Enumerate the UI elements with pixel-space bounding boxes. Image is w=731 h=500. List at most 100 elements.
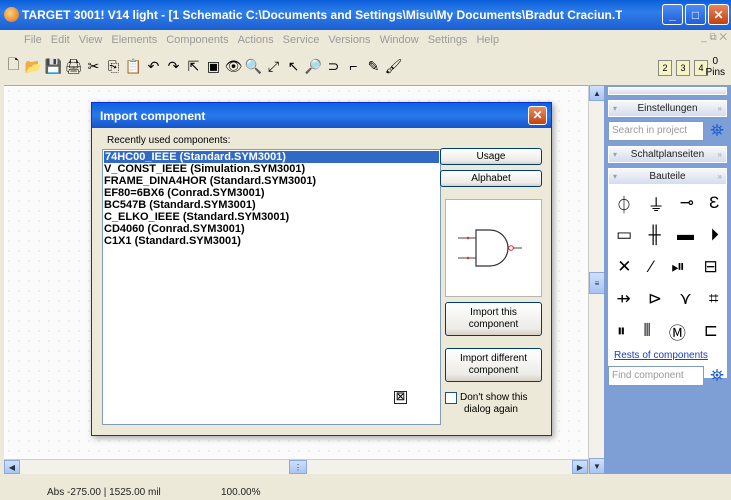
component-symbol-icon[interactable]: Ⓜ bbox=[669, 319, 686, 344]
component-symbol-icon[interactable]: ⊸ bbox=[680, 193, 694, 213]
wire-icon[interactable]: ⊃ bbox=[324, 55, 343, 77]
search-project-input[interactable]: Search in project bbox=[608, 121, 704, 141]
scroll-up-button[interactable]: ▲ bbox=[589, 85, 605, 101]
component-symbol-icon[interactable]: Ɛ bbox=[709, 193, 719, 213]
binoculars-icon[interactable]: ⛯ bbox=[707, 121, 727, 141]
component-symbol-icon[interactable]: ⊟ bbox=[703, 257, 717, 277]
part-icon[interactable]: ▣ bbox=[204, 55, 223, 77]
scroll-left-button[interactable]: ◀ bbox=[4, 460, 20, 474]
vertical-scroll-thumb[interactable]: ≡ bbox=[589, 272, 605, 294]
open-icon[interactable]: 📂 bbox=[24, 55, 43, 77]
eye-icon[interactable]: 👁 bbox=[224, 55, 243, 77]
recent-components-list[interactable]: 74HC00_IEEE (Standard.SYM3001) V_CONST_IE… bbox=[102, 149, 441, 425]
import-different-component-button[interactable]: Import different component bbox=[445, 348, 542, 382]
import-different-line1: Import different bbox=[459, 353, 528, 364]
window-title: TARGET 3001! V14 light - [1 Schematic C:… bbox=[22, 8, 622, 22]
page-button-3[interactable]: 3 bbox=[676, 60, 690, 76]
paste-icon[interactable]: 📋 bbox=[124, 55, 143, 77]
menu-elements[interactable]: Elements bbox=[111, 34, 157, 46]
delete-entry-icon[interactable]: ☒ bbox=[394, 391, 407, 404]
component-symbol-icon[interactable]: ⦀ bbox=[643, 321, 650, 341]
list-item[interactable]: CD4060 (Conrad.SYM3001) bbox=[103, 223, 440, 235]
component-symbol-icon[interactable]: ▬ bbox=[677, 225, 694, 245]
menu-help[interactable]: Help bbox=[476, 34, 499, 46]
collapse-icon: ▾ bbox=[613, 172, 618, 181]
component-symbol-icon[interactable]: ⊳ bbox=[648, 289, 662, 309]
einstellungen-header[interactable]: ▾ Einstellungen » bbox=[608, 100, 727, 117]
undo-icon[interactable]: ↶ bbox=[144, 55, 163, 77]
bus-icon[interactable]: ⌐ bbox=[344, 55, 363, 77]
dialog-title: Import component bbox=[100, 109, 206, 123]
page-button-2[interactable]: 2 bbox=[658, 60, 672, 76]
list-item[interactable]: 74HC00_IEEE (Standard.SYM3001) bbox=[104, 151, 439, 163]
usage-button[interactable]: Usage bbox=[440, 148, 542, 165]
dont-show-again-option[interactable]: Don't show this dialog again bbox=[445, 392, 528, 416]
pointer-icon[interactable]: ↖ bbox=[284, 55, 303, 77]
fit-icon[interactable]: ⤢ bbox=[264, 55, 283, 77]
new-icon[interactable]: 🗋 bbox=[4, 55, 23, 77]
menu-edit[interactable]: Edit bbox=[51, 34, 70, 46]
menu-versions[interactable]: Versions bbox=[328, 34, 370, 46]
menu-service[interactable]: Service bbox=[283, 34, 320, 46]
copy-icon[interactable]: ⎘ bbox=[104, 55, 123, 77]
schaltplanseiten-header[interactable]: ▾ Schaltplanseiten » bbox=[608, 146, 727, 163]
list-item[interactable]: EF80=6BX6 (Conrad.SYM3001) bbox=[103, 187, 440, 199]
rests-of-components-link[interactable]: Rests of components bbox=[608, 347, 727, 364]
component-symbol-icon[interactable]: ╫ bbox=[649, 225, 661, 245]
horizontal-scroll-thumb[interactable]: ⋮ bbox=[289, 460, 307, 474]
import-this-component-button[interactable]: Import this component bbox=[445, 302, 542, 336]
binoculars-icon[interactable]: ⛯ bbox=[707, 366, 727, 386]
list-item[interactable]: BC547B (Standard.SYM3001) bbox=[103, 199, 440, 211]
component-symbol-icon[interactable]: ⏚ bbox=[648, 191, 665, 216]
dont-show-line2: dialog again bbox=[464, 404, 518, 415]
list-item[interactable]: FRAME_DINA4HOR (Standard.SYM3001) bbox=[103, 175, 440, 187]
component-symbol-icon[interactable]: ✕ bbox=[617, 257, 631, 277]
component-symbol-icon[interactable]: ▭ bbox=[616, 225, 632, 245]
brush-icon[interactable]: 🖌 bbox=[384, 55, 403, 77]
component-symbol-icon[interactable]: ⏵ bbox=[710, 225, 719, 245]
list-item[interactable]: C1X1 (Standard.SYM3001) bbox=[103, 235, 440, 247]
panel-collapse-bar[interactable] bbox=[608, 87, 727, 95]
horizontal-scrollbar[interactable]: ◀ ⋮ ▶ bbox=[4, 459, 588, 474]
component-symbol-icon[interactable]: ⋎ bbox=[679, 289, 691, 309]
pins-counter: 0 Pins bbox=[706, 56, 725, 78]
scroll-down-button[interactable]: ▼ bbox=[589, 458, 605, 474]
menu-settings[interactable]: Settings bbox=[428, 34, 468, 46]
component-symbol-icon[interactable]: ⊏ bbox=[704, 321, 718, 341]
list-item[interactable]: C_ELKO_IEEE (Standard.SYM3001) bbox=[103, 211, 440, 223]
pen-icon[interactable]: ✎ bbox=[364, 55, 383, 77]
menu-window[interactable]: Window bbox=[380, 34, 419, 46]
print-icon[interactable]: 🖨 bbox=[64, 55, 83, 77]
bauteile-header[interactable]: ▾ Bauteile » bbox=[608, 168, 727, 185]
search-icon[interactable]: 🔎 bbox=[304, 55, 323, 77]
cut-icon[interactable]: ✂ bbox=[84, 55, 103, 77]
scroll-right-button[interactable]: ▶ bbox=[572, 460, 588, 474]
main-toolbar: 🗋 📂 💾 🖨 ✂ ⎘ 📋 ↶ ↷ ⇱ ▣ 👁 🔍 ⤢ ↖ 🔎 ⊃ ⌐ ✎ 🖌 bbox=[0, 49, 731, 83]
import-icon[interactable]: ⇱ bbox=[184, 55, 203, 77]
component-symbol-icon[interactable]: ⏸ bbox=[617, 321, 626, 341]
menu-actions[interactable]: Actions bbox=[238, 34, 274, 46]
dialog-close-button[interactable]: ✕ bbox=[528, 106, 547, 125]
component-symbol-icon[interactable]: ⏯ bbox=[671, 257, 685, 277]
save-icon[interactable]: 💾 bbox=[44, 55, 63, 77]
vertical-scrollbar[interactable]: ▲ ≡ ▼ bbox=[588, 85, 605, 474]
redo-icon[interactable]: ↷ bbox=[164, 55, 183, 77]
schaltplanseiten-label: Schaltplanseiten bbox=[630, 149, 705, 160]
zoom-icon[interactable]: 🔍 bbox=[244, 55, 263, 77]
dont-show-again-checkbox[interactable] bbox=[445, 392, 457, 404]
close-button[interactable]: ✕ bbox=[708, 4, 729, 25]
minimize-button[interactable]: _ bbox=[662, 4, 683, 25]
find-component-input[interactable]: Find component bbox=[608, 366, 704, 386]
list-item[interactable]: V_CONST_IEEE (Simulation.SYM3001) bbox=[103, 163, 440, 175]
mdi-window-controls[interactable]: _ ⧉ ✕ bbox=[701, 32, 727, 43]
menu-view[interactable]: View bbox=[79, 34, 103, 46]
alphabet-button[interactable]: Alphabet bbox=[440, 170, 542, 187]
component-symbol-icon[interactable]: ⏀ bbox=[616, 191, 633, 216]
component-symbol-icon[interactable]: ⁄ bbox=[650, 257, 653, 277]
menu-file[interactable]: File bbox=[24, 34, 42, 46]
menu-components[interactable]: Components bbox=[166, 34, 228, 46]
component-symbol-icon[interactable]: ⇸ bbox=[617, 289, 631, 309]
maximize-button[interactable]: □ bbox=[685, 4, 706, 25]
component-symbol-icon[interactable]: ⌗ bbox=[709, 289, 719, 309]
status-zoom: 100.00% bbox=[221, 487, 261, 498]
